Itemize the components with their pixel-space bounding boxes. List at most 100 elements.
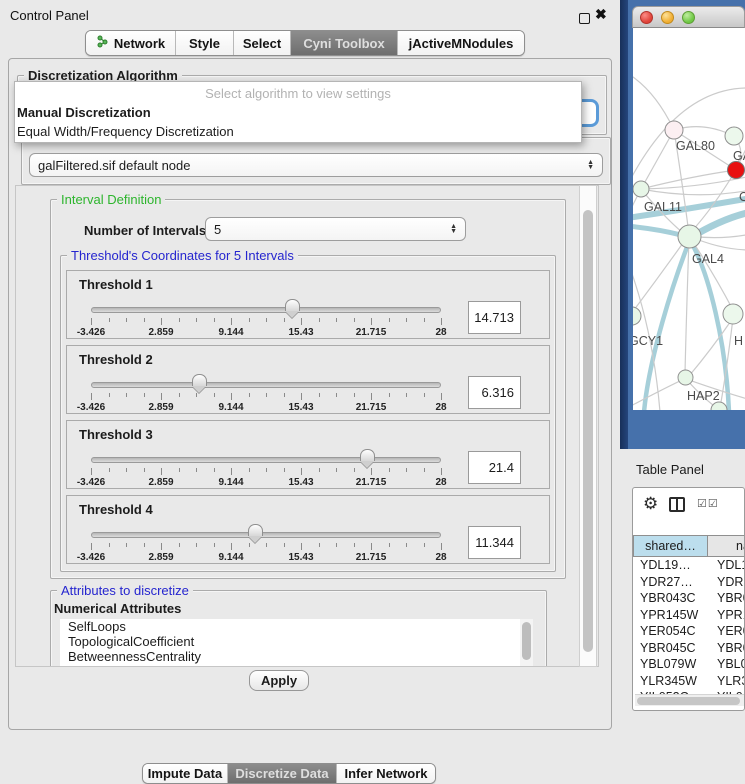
attribute-item-topologicalcoefficient[interactable]: TopologicalCoefficient bbox=[60, 634, 520, 649]
slider-handle[interactable] bbox=[285, 299, 300, 318]
slider-tick bbox=[249, 318, 250, 322]
slider-tick bbox=[284, 318, 285, 322]
checkbox-icons[interactable]: ☑☑ bbox=[697, 497, 719, 510]
slider-tick bbox=[161, 543, 162, 550]
slider-scale-label: -3.426 bbox=[61, 402, 121, 413]
tab-select[interactable]: Select bbox=[234, 31, 291, 55]
slider-scale-label: 15.43 bbox=[271, 402, 331, 413]
threshold-value-field[interactable]: 11.344 bbox=[468, 526, 521, 559]
cell-shared-name: YPR145W bbox=[633, 607, 709, 624]
number-of-intervals-combobox[interactable]: 5 ▲▼ bbox=[205, 217, 466, 241]
close-traffic-light-icon[interactable] bbox=[640, 11, 653, 24]
slider-scale-label: 21.715 bbox=[341, 327, 401, 338]
cell-name: YBL0 bbox=[709, 656, 745, 673]
attribute-item-betweennesscentrality[interactable]: BetweennessCentrality bbox=[60, 649, 520, 664]
split-columns-icon[interactable] bbox=[669, 497, 685, 512]
cyni-toolbox-panel: Discretization Algorithm Select algorith… bbox=[8, 58, 612, 730]
top-right-node[interactable] bbox=[725, 127, 743, 145]
slider-tick bbox=[389, 318, 390, 322]
gear-icon[interactable]: ⚙ bbox=[643, 494, 658, 514]
cell-name: YDR2 bbox=[709, 574, 745, 591]
tab-jactivemnodules[interactable]: jActiveMNodules bbox=[398, 31, 524, 55]
GCY1-node[interactable] bbox=[633, 307, 641, 325]
minimize-traffic-light-icon[interactable] bbox=[661, 11, 674, 24]
node-label-gcy1: GCY1 bbox=[633, 334, 663, 348]
tab-network[interactable]: Network bbox=[86, 31, 176, 55]
gray-edge[interactable] bbox=[641, 176, 745, 189]
threshold-value-field[interactable]: 6.316 bbox=[468, 376, 521, 409]
attribute-item-selfloops[interactable]: SelfLoops bbox=[60, 619, 520, 634]
attributes-list-scrollbar[interactable] bbox=[520, 619, 533, 666]
slider-handle[interactable] bbox=[192, 374, 207, 393]
slider-scale-label: 2.859 bbox=[131, 402, 191, 413]
column-header-shared[interactable]: shared… bbox=[633, 535, 708, 557]
slider-handle[interactable] bbox=[248, 524, 263, 543]
tab-style[interactable]: Style bbox=[176, 31, 234, 55]
column-header-name[interactable]: na bbox=[708, 535, 745, 557]
gray-edge[interactable] bbox=[641, 130, 674, 189]
slider-tick bbox=[336, 318, 337, 322]
threshold-value-field[interactable]: 21.4 bbox=[468, 451, 521, 484]
HAP2-node[interactable] bbox=[678, 370, 693, 385]
slider-tick bbox=[91, 318, 92, 325]
slider-track[interactable] bbox=[91, 382, 441, 388]
bottom-tab-discretize-data[interactable]: Discretize Data bbox=[228, 764, 337, 783]
slider-tick bbox=[161, 468, 162, 475]
popup-items: Manual DiscretizationEqual Width/Frequen… bbox=[15, 103, 581, 141]
settings-scroll-viewport: Interval Definition Number of Intervals … bbox=[15, 185, 599, 667]
GAL80-node[interactable] bbox=[665, 121, 683, 139]
slider-track[interactable] bbox=[91, 307, 441, 313]
gray-edge[interactable] bbox=[641, 189, 745, 195]
numerical-attributes-list[interactable]: SelfLoopsTopologicalCoefficientBetweenne… bbox=[60, 619, 520, 666]
slider-tick bbox=[371, 393, 372, 400]
bottom-tab-impute-data[interactable]: Impute Data bbox=[143, 764, 228, 783]
tab-cyni-toolbox[interactable]: Cyni Toolbox bbox=[291, 31, 398, 55]
table-horizontal-scrollbar[interactable] bbox=[635, 694, 744, 706]
table-row[interactable]: YDL19…YDL1 bbox=[633, 557, 745, 574]
float-window-icon[interactable] bbox=[579, 13, 590, 24]
table-row[interactable]: YBL079WYBL0 bbox=[633, 656, 745, 673]
bottom-node[interactable] bbox=[711, 402, 727, 410]
table-row[interactable]: YBR045CYBR0 bbox=[633, 640, 745, 657]
gray-edge[interactable] bbox=[633, 73, 674, 130]
threshold-1-box: Threshold 1-3.4262.8599.14415.4321.71528… bbox=[66, 270, 550, 339]
network-window-titlebar[interactable] bbox=[632, 6, 745, 28]
popup-item-equal-width-frequency-discretization[interactable]: Equal Width/Frequency Discretization bbox=[15, 122, 581, 141]
slider-tick bbox=[179, 318, 180, 322]
teal-edge[interactable] bbox=[633, 226, 681, 235]
slider-tick bbox=[336, 393, 337, 397]
popup-item-manual-discretization[interactable]: Manual Discretization bbox=[15, 103, 581, 122]
slider-tick bbox=[231, 318, 232, 325]
table-row[interactable]: YLR345WYLR3 bbox=[633, 673, 745, 690]
slider-tick bbox=[371, 543, 372, 550]
slider-tick bbox=[319, 393, 320, 397]
threshold-value-field[interactable]: 14.713 bbox=[468, 301, 521, 334]
apply-button[interactable]: Apply bbox=[249, 670, 309, 691]
bottom-tab-infer-network[interactable]: Infer Network bbox=[337, 764, 435, 783]
table-row[interactable]: YDR27…YDR2 bbox=[633, 574, 745, 591]
table-row[interactable]: YER054CYER0 bbox=[633, 623, 745, 640]
attributes-group-label: Attributes to discretize bbox=[57, 583, 193, 598]
GAL4-node[interactable] bbox=[678, 225, 701, 248]
table-row[interactable]: YPR145WYPR1 bbox=[633, 607, 745, 624]
H-node[interactable] bbox=[723, 304, 743, 324]
zoom-traffic-light-icon[interactable] bbox=[682, 11, 695, 24]
slider-tick bbox=[406, 543, 407, 547]
slider-tick bbox=[354, 468, 355, 472]
slider-handle[interactable] bbox=[360, 449, 375, 468]
red-node[interactable] bbox=[728, 162, 745, 179]
table-data-combobox[interactable]: galFiltered.sif default node ▲▼ bbox=[29, 153, 603, 177]
table-panel-title: Table Panel bbox=[636, 462, 704, 477]
table-row[interactable]: YBR043CYBR0 bbox=[633, 590, 745, 607]
slider-scale-label: 2.859 bbox=[131, 552, 191, 563]
close-icon[interactable]: ✖ bbox=[595, 6, 607, 23]
slider-tick bbox=[266, 543, 267, 547]
network-canvas[interactable]: GAL80GACGAL11GAL4GCY1HHAP2 bbox=[633, 28, 745, 410]
slider-scale-label: 2.859 bbox=[131, 327, 191, 338]
slider-track[interactable] bbox=[91, 532, 441, 538]
main-scrollbar[interactable] bbox=[579, 185, 597, 667]
GAL11-node[interactable] bbox=[633, 181, 649, 197]
node-label-hap2: HAP2 bbox=[687, 389, 720, 403]
slider-track[interactable] bbox=[91, 457, 441, 463]
gray-edge[interactable] bbox=[685, 238, 689, 374]
